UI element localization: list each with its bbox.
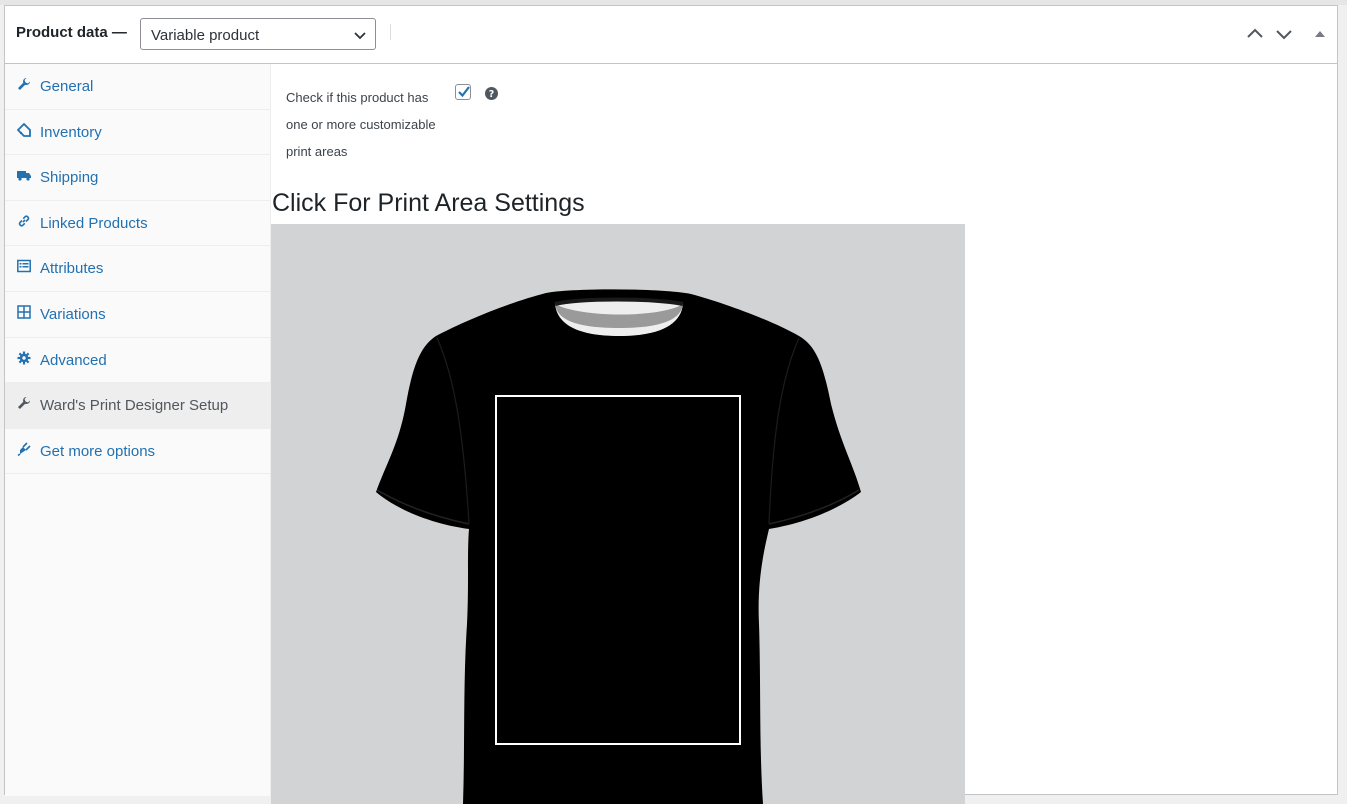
customizable-print-areas-checkbox[interactable] [455,84,471,100]
tab-label: General [40,78,94,95]
move-down-button[interactable] [1274,24,1294,44]
label-line: Check if this product has [286,90,429,105]
product-preview-image[interactable] [271,224,965,804]
product-data-tabs: General Inventory Shipping Linked Produc… [5,64,271,796]
tab-label: Shipping [40,169,99,187]
tab-linked-products[interactable]: Linked Products [5,201,270,247]
truck-icon [17,171,31,181]
print-area-settings-heading: Click For Print Area Settings [272,189,585,217]
tab-label: Inventory [40,123,102,141]
tag-icon [17,122,31,137]
chevron-up-icon [1247,28,1263,38]
collapse-panel-button[interactable] [1310,24,1330,44]
label-line: one or more customizable [286,117,436,132]
link-icon [18,215,30,227]
checkmark-icon [458,86,470,98]
tab-shipping[interactable]: Shipping [5,155,270,201]
triangle-up-icon [1315,31,1325,37]
grid-icon [17,305,31,319]
tab-label: Get more options [40,442,156,460]
customizable-checkbox-label: Check if this product has one or more cu… [286,84,456,165]
panel-title: Product data — [16,24,127,41]
plugin-icon [17,442,31,456]
wrench-icon [18,78,30,90]
label-line: print areas [286,144,348,159]
tab-get-more-options[interactable]: Get more options [5,429,270,475]
tab-label: Variations [40,305,106,323]
tab-label: Linked Products [40,214,148,232]
tab-label: Ward's Print Designer Setup [40,397,229,415]
tab-general[interactable]: General [5,64,270,110]
tab-label: Attributes [40,260,104,278]
chevron-down-icon [1276,30,1292,40]
panel-header: Product data — Variable product [5,6,1337,64]
gear-icon [17,351,31,365]
tab-variations[interactable]: Variations [5,292,270,338]
print-designer-settings: Check if this product has one or more cu… [271,64,1337,804]
svg-text:?: ? [489,89,495,100]
header-separator [390,24,391,40]
print-area-rectangle[interactable] [495,395,741,745]
tab-wards-print-designer-setup[interactable]: Ward's Print Designer Setup [5,383,270,429]
tab-label: Advanced [40,351,107,369]
product-type-value: Variable product [151,27,260,44]
product-data-panel: Product data — Variable product General … [4,5,1338,804]
move-up-button[interactable] [1245,24,1265,44]
tab-inventory[interactable]: Inventory [5,110,270,156]
wrench-icon [18,397,30,410]
tab-advanced[interactable]: Advanced [5,338,270,384]
chevron-down-icon [354,32,366,40]
tab-attributes[interactable]: Attributes [5,246,270,292]
list-icon [17,260,31,273]
product-type-select[interactable]: Variable product [140,18,376,50]
help-icon[interactable]: ? [485,87,498,100]
